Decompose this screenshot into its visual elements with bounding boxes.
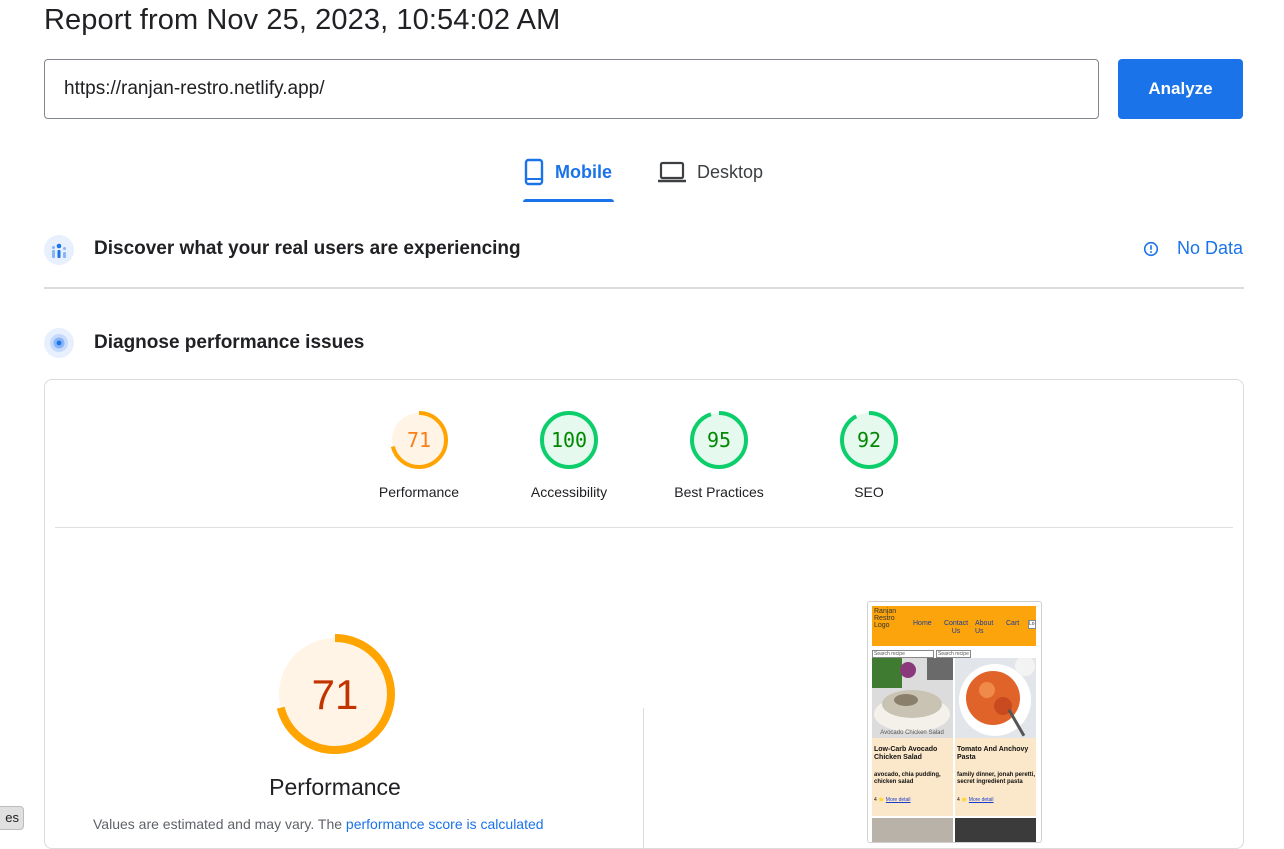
screenshot-card-footer: 4 ⭐ More detail <box>957 797 994 803</box>
tab-mobile-label: Mobile <box>555 161 612 182</box>
lighthouse-report-card: 71 Performance 100 Accessibility 95 Best Prac… <box>44 379 1244 849</box>
screenshot-search: Search recipe Search recipe <box>872 650 971 658</box>
tab-mobile[interactable]: Mobile <box>523 156 612 188</box>
info-icon <box>1143 241 1159 257</box>
score-ring: 71 <box>390 411 448 469</box>
no-data-label: No Data <box>1176 238 1243 258</box>
screenshot-card-rating: 4 ⭐ <box>874 797 885 803</box>
section-divider <box>44 287 1244 289</box>
score-ring: 95 <box>690 411 748 469</box>
screenshot-next-card-image <box>955 818 1036 842</box>
score-label: Best Practices <box>674 484 764 500</box>
score-label: Performance <box>378 484 460 500</box>
score-gauge-best-practices[interactable]: 95 Best Practices <box>654 409 784 500</box>
score-value: 95 <box>707 428 731 452</box>
collapsed-panel-chip[interactable]: es <box>0 806 24 830</box>
page-screenshot: Ranjan Restro Logo Home Contact Us About… <box>867 601 1042 843</box>
screenshot-card-footer: 4 ⭐ More detail <box>874 797 911 803</box>
screenshot-nav-about: About Us <box>975 620 994 635</box>
screenshot-recipe-card: Tomato And Anchovy Pasta family dinner, … <box>955 658 1036 816</box>
vertical-divider <box>643 708 644 848</box>
active-tab-indicator <box>523 199 614 202</box>
score-value: 92 <box>857 428 881 452</box>
screenshot-card-tags: family dinner, jonah peretti, secret ing… <box>957 772 1036 785</box>
score-ring: 92 <box>840 411 898 469</box>
big-score-value: 71 <box>312 671 359 718</box>
screenshot-card-tags: avocado, chia pudding, chicken salad <box>874 772 941 785</box>
diagnose-section-title: Diagnose performance issues <box>94 332 365 353</box>
users-chart-icon <box>44 235 74 265</box>
page-title: Report from Nov 25, 2023, 10:54:02 AM <box>44 4 561 36</box>
score-gauge-performance[interactable]: 71 Performance <box>354 409 484 500</box>
screenshot-nav-cart: Cart <box>1006 620 1020 627</box>
screenshot-nav-home: Home <box>913 620 932 627</box>
screenshot-recipe-card: Avocado Chicken Salad Low-Carb Avocado C… <box>872 658 953 816</box>
salad-caption: Avocado Chicken Salad <box>880 730 944 736</box>
laptop-icon <box>657 160 687 184</box>
performance-title: Performance <box>269 774 401 800</box>
score-value: 100 <box>551 428 587 452</box>
screenshot-card-title: Low-Carb Avocado Chicken Salad <box>874 746 938 761</box>
score-ring: 100 <box>540 411 598 469</box>
no-data-link[interactable]: No Data <box>1143 238 1243 259</box>
score-label: SEO <box>854 484 884 500</box>
screenshot-more-detail-link: More detail <box>968 797 994 803</box>
card-divider <box>55 527 1233 528</box>
screenshot-login: Lo <box>1028 620 1036 629</box>
crux-section-title: Discover what your real users are experi… <box>94 238 521 259</box>
screenshot-card-title: Tomato And Anchovy Pasta <box>957 746 1029 761</box>
smartphone-icon <box>523 158 545 186</box>
tab-desktop[interactable]: Desktop <box>657 156 763 188</box>
performance-score-gauge: 71 <box>273 632 397 756</box>
tab-desktop-label: Desktop <box>697 161 764 182</box>
pasta-image <box>955 658 1036 738</box>
score-value: 71 <box>407 428 431 452</box>
screenshot-more-detail-link: More detail <box>885 797 911 803</box>
score-label: Accessibility <box>530 484 608 500</box>
diagnose-target-icon <box>44 328 74 358</box>
analyze-button[interactable]: Analyze <box>1118 59 1243 119</box>
score-gauge-accessibility[interactable]: 100 Accessibility <box>504 409 634 500</box>
performance-note: Values are estimated and may vary. The p… <box>93 816 544 832</box>
url-input[interactable] <box>44 59 1099 119</box>
screenshot-search-button: Search recipe <box>936 650 971 658</box>
screenshot-card-rating: 4 ⭐ <box>957 797 968 803</box>
screenshot-navbar: Ranjan Restro Logo Home Contact Us About… <box>872 606 1036 646</box>
performance-score-link[interactable]: performance score is calculated <box>346 816 544 832</box>
screenshot-next-card-image <box>872 818 953 842</box>
screenshot-nav-contact: Contact Us <box>943 620 969 635</box>
screenshot-search-input: Search recipe <box>872 650 934 658</box>
salad-image: Avocado Chicken Salad <box>872 658 953 738</box>
screenshot-logo: Ranjan Restro Logo <box>874 608 897 629</box>
score-gauge-seo[interactable]: 92 SEO <box>804 409 934 500</box>
performance-note-text: Values are estimated and may vary. The <box>93 816 346 832</box>
